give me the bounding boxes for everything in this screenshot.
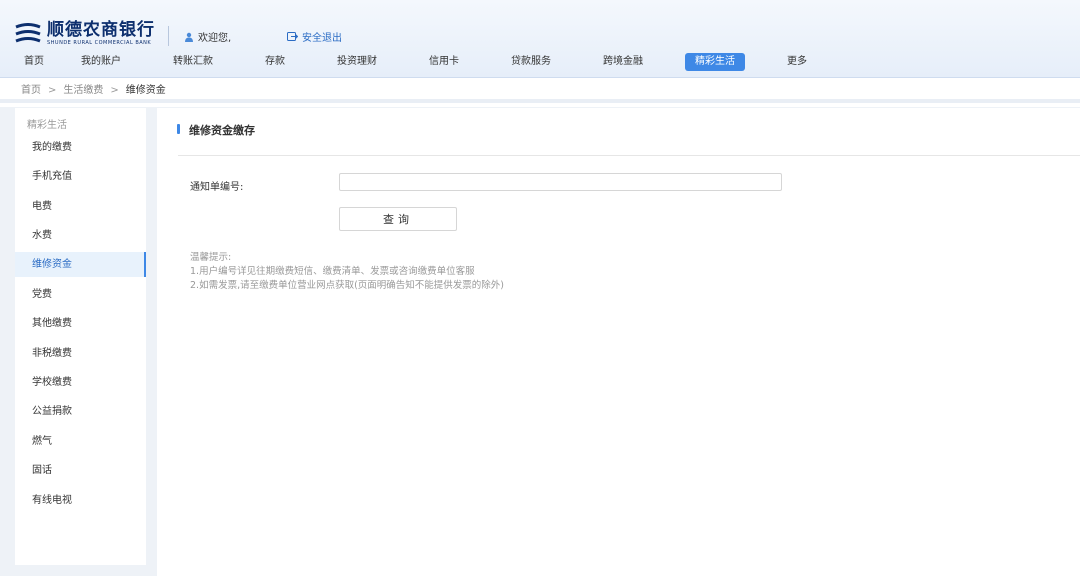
main-panel: 维修资金缴存 通知单编号: 查询 温馨提示: 1.用户编号详见往期缴费短信、缴费… [157,108,1080,576]
sidebar-item-electricity[interactable]: 电费 [15,194,146,219]
query-button[interactable]: 查询 [339,207,457,231]
user-icon [185,32,193,42]
nav-item-my-account[interactable]: 我的账户 [81,53,121,71]
welcome-message: 欢迎您, [184,29,231,44]
nav-item-home[interactable]: 首页 [24,53,44,71]
bank-logo[interactable]: 顺德农商银行 SHUNDE RURAL COMMERCIAL BANK [14,22,155,48]
notice-number-input[interactable] [339,173,782,191]
nav-item-life[interactable]: 精彩生活 [685,53,745,71]
sidebar-item-other-payments[interactable]: 其他缴费 [15,311,146,336]
top-header: 顺德农商银行 SHUNDE RURAL COMMERCIAL BANK 欢迎您,… [0,0,1080,78]
bank-name-en: SHUNDE RURAL COMMERCIAL BANK [47,40,152,46]
tips-title: 温馨提示: [190,252,232,263]
breadcrumb-separator: > [48,85,57,96]
sidebar-item-donation[interactable]: 公益捐款 [15,399,146,424]
breadcrumb-current: 维修资金 [125,85,166,96]
nav-item-loan[interactable]: 贷款服务 [511,53,551,71]
nav-item-credit-card[interactable]: 信用卡 [429,53,459,71]
logout-text[interactable]: 安全退出 [302,29,342,44]
logout-link[interactable]: 安全退出 [287,29,342,44]
section-title: 维修资金缴存 [177,122,255,138]
sidebar-item-mobile-topup[interactable]: 手机充值 [15,164,146,189]
sidebar-item-non-tax[interactable]: 非税缴费 [15,341,146,366]
breadcrumb: 首页 > 生活缴费 > 维修资金 [0,78,1080,103]
bank-logo-icon [15,23,41,43]
sidebar-item-landline[interactable]: 固话 [15,458,146,483]
breadcrumb-separator: > [110,85,119,96]
sidebar-item-maintenance-fund[interactable]: 维修资金 [15,252,146,277]
notice-number-label: 通知单编号: [190,182,244,193]
nav-item-cross-border[interactable]: 跨境金融 [603,53,643,71]
sidebar: 精彩生活 我的缴费 手机充值 电费 水费 维修资金 党费 其他缴费 非税缴费 学… [15,108,146,565]
main-nav: 首页 我的账户 转账汇款 存款 投资理财 信用卡 贷款服务 跨境金融 精彩生活 … [0,52,1080,72]
sidebar-item-school[interactable]: 学校缴费 [15,370,146,395]
logout-icon [287,32,298,41]
breadcrumb-home[interactable]: 首页 [21,85,41,96]
tips-line-2: 2.如需发票,请至缴费单位营业网点获取(页面明确告知不能提供发票的除外) [190,280,504,291]
sidebar-item-cable-tv[interactable]: 有线电视 [15,488,146,513]
section-divider [178,155,1080,156]
nav-item-deposit[interactable]: 存款 [265,53,285,71]
nav-item-transfer[interactable]: 转账汇款 [173,53,213,71]
tips: 温馨提示: 1.用户编号详见往期缴费短信、缴费清单、发票或咨询缴费单位客服 2.… [190,251,504,293]
nav-item-investment[interactable]: 投资理财 [337,53,377,71]
header-divider [168,26,169,46]
welcome-text: 欢迎您, [198,33,232,44]
tips-line-1: 1.用户编号详见往期缴费短信、缴费清单、发票或咨询缴费单位客服 [190,266,475,277]
sidebar-item-party-fee[interactable]: 党费 [15,282,146,307]
sidebar-title: 精彩生活 [27,120,67,131]
bank-name-cn: 顺德农商银行 [47,20,155,40]
sidebar-item-water[interactable]: 水费 [15,223,146,248]
sidebar-item-gas[interactable]: 燃气 [15,429,146,454]
sidebar-item-my-payments[interactable]: 我的缴费 [15,135,146,160]
nav-item-more[interactable]: 更多 [787,53,807,71]
breadcrumb-life-payment[interactable]: 生活缴费 [63,85,103,96]
